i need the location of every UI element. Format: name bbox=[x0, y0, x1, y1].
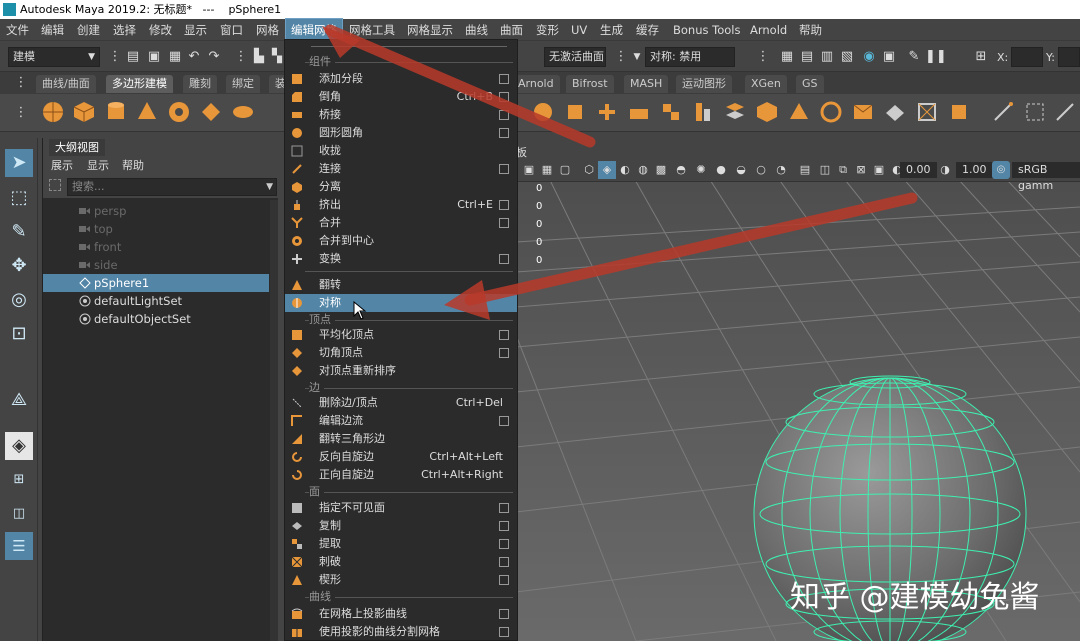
annotation-arrow bbox=[322, 24, 596, 148]
annotation-arrows bbox=[322, 24, 918, 320]
annotation-arrow bbox=[444, 192, 918, 320]
watermark: 知乎 @建模幼兔酱 bbox=[790, 580, 1040, 615]
